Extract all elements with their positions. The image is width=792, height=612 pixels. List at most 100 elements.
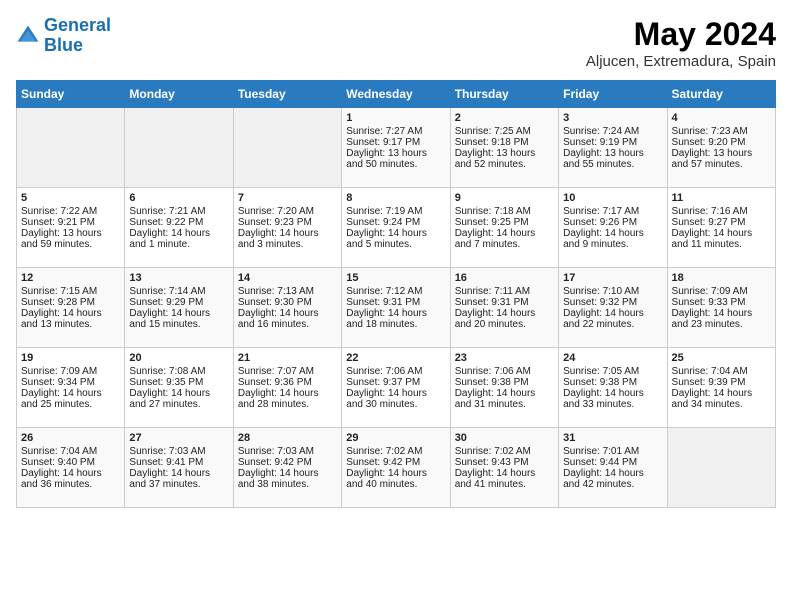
- logo-text: GeneralBlue: [44, 16, 111, 56]
- sunset-text: Sunset: 9:32 PM: [563, 297, 662, 308]
- sunrise-text: Sunrise: 7:07 AM: [238, 366, 337, 377]
- day-cell: [17, 108, 125, 188]
- daylight-text: Daylight: 14 hours and 30 minutes.: [346, 388, 445, 410]
- sunrise-text: Sunrise: 7:06 AM: [455, 366, 554, 377]
- day-cell: 5Sunrise: 7:22 AMSunset: 9:21 PMDaylight…: [17, 188, 125, 268]
- daylight-text: Daylight: 14 hours and 22 minutes.: [563, 308, 662, 330]
- day-number: 7: [238, 192, 337, 204]
- sunrise-text: Sunrise: 7:13 AM: [238, 286, 337, 297]
- daylight-text: Daylight: 14 hours and 33 minutes.: [563, 388, 662, 410]
- sunset-text: Sunset: 9:41 PM: [129, 457, 228, 468]
- day-cell: 26Sunrise: 7:04 AMSunset: 9:40 PMDayligh…: [17, 428, 125, 508]
- day-cell: 25Sunrise: 7:04 AMSunset: 9:39 PMDayligh…: [667, 348, 775, 428]
- day-number: 23: [455, 352, 554, 364]
- sunrise-text: Sunrise: 7:05 AM: [563, 366, 662, 377]
- daylight-text: Daylight: 14 hours and 15 minutes.: [129, 308, 228, 330]
- sunrise-text: Sunrise: 7:14 AM: [129, 286, 228, 297]
- day-number: 4: [672, 112, 771, 124]
- day-cell: 4Sunrise: 7:23 AMSunset: 9:20 PMDaylight…: [667, 108, 775, 188]
- daylight-text: Daylight: 14 hours and 25 minutes.: [21, 388, 120, 410]
- day-cell: 1Sunrise: 7:27 AMSunset: 9:17 PMDaylight…: [342, 108, 450, 188]
- day-cell: 27Sunrise: 7:03 AMSunset: 9:41 PMDayligh…: [125, 428, 233, 508]
- day-header-friday: Friday: [559, 81, 667, 108]
- daylight-text: Daylight: 14 hours and 40 minutes.: [346, 468, 445, 490]
- sunset-text: Sunset: 9:34 PM: [21, 377, 120, 388]
- day-cell: 30Sunrise: 7:02 AMSunset: 9:43 PMDayligh…: [450, 428, 558, 508]
- sunset-text: Sunset: 9:26 PM: [563, 217, 662, 228]
- day-number: 6: [129, 192, 228, 204]
- day-header-sunday: Sunday: [17, 81, 125, 108]
- daylight-text: Daylight: 14 hours and 41 minutes.: [455, 468, 554, 490]
- day-number: 2: [455, 112, 554, 124]
- day-cell: [233, 108, 341, 188]
- sunset-text: Sunset: 9:43 PM: [455, 457, 554, 468]
- day-number: 25: [672, 352, 771, 364]
- day-number: 24: [563, 352, 662, 364]
- daylight-text: Daylight: 14 hours and 31 minutes.: [455, 388, 554, 410]
- header-row: SundayMondayTuesdayWednesdayThursdayFrid…: [17, 81, 776, 108]
- daylight-text: Daylight: 14 hours and 9 minutes.: [563, 228, 662, 250]
- daylight-text: Daylight: 14 hours and 23 minutes.: [672, 308, 771, 330]
- sunset-text: Sunset: 9:35 PM: [129, 377, 228, 388]
- day-cell: 29Sunrise: 7:02 AMSunset: 9:42 PMDayligh…: [342, 428, 450, 508]
- day-number: 16: [455, 272, 554, 284]
- day-cell: 19Sunrise: 7:09 AMSunset: 9:34 PMDayligh…: [17, 348, 125, 428]
- day-cell: 15Sunrise: 7:12 AMSunset: 9:31 PMDayligh…: [342, 268, 450, 348]
- sunset-text: Sunset: 9:21 PM: [21, 217, 120, 228]
- sunset-text: Sunset: 9:17 PM: [346, 137, 445, 148]
- sunset-text: Sunset: 9:29 PM: [129, 297, 228, 308]
- day-cell: 6Sunrise: 7:21 AMSunset: 9:22 PMDaylight…: [125, 188, 233, 268]
- day-header-saturday: Saturday: [667, 81, 775, 108]
- day-number: 11: [672, 192, 771, 204]
- sunset-text: Sunset: 9:33 PM: [672, 297, 771, 308]
- day-cell: 28Sunrise: 7:03 AMSunset: 9:42 PMDayligh…: [233, 428, 341, 508]
- daylight-text: Daylight: 14 hours and 37 minutes.: [129, 468, 228, 490]
- sunrise-text: Sunrise: 7:15 AM: [21, 286, 120, 297]
- sunset-text: Sunset: 9:24 PM: [346, 217, 445, 228]
- day-number: 31: [563, 432, 662, 444]
- sunrise-text: Sunrise: 7:18 AM: [455, 206, 554, 217]
- day-number: 5: [21, 192, 120, 204]
- day-cell: 13Sunrise: 7:14 AMSunset: 9:29 PMDayligh…: [125, 268, 233, 348]
- day-cell: 23 Sunrise: 7:06 AMSunset: 9:38 PMDayligh…: [450, 348, 558, 428]
- day-number: 27: [129, 432, 228, 444]
- sunset-text: Sunset: 9:31 PM: [455, 297, 554, 308]
- sunrise-text: Sunrise: 7:04 AM: [21, 446, 120, 457]
- daylight-text: Daylight: 14 hours and 20 minutes.: [455, 308, 554, 330]
- day-cell: 20Sunrise: 7:08 AMSunset: 9:35 PMDayligh…: [125, 348, 233, 428]
- sunset-text: Sunset: 9:39 PM: [672, 377, 771, 388]
- sunrise-text: Sunrise: 7:21 AM: [129, 206, 228, 217]
- day-cell: [667, 428, 775, 508]
- day-number: 8: [346, 192, 445, 204]
- day-number: 28: [238, 432, 337, 444]
- week-row-5: 26Sunrise: 7:04 AMSunset: 9:40 PMDayligh…: [17, 428, 776, 508]
- day-number: 20: [129, 352, 228, 364]
- daylight-text: Daylight: 13 hours and 52 minutes.: [455, 148, 554, 170]
- location: Aljucen, Extremadura, Spain: [586, 53, 776, 70]
- sunset-text: Sunset: 9:38 PM: [455, 377, 554, 388]
- sunrise-text: Sunrise: 7:01 AM: [563, 446, 662, 457]
- day-cell: 9Sunrise: 7:18 AMSunset: 9:25 PMDaylight…: [450, 188, 558, 268]
- sunset-text: Sunset: 9:30 PM: [238, 297, 337, 308]
- daylight-text: Daylight: 14 hours and 7 minutes.: [455, 228, 554, 250]
- sunrise-text: Sunrise: 7:09 AM: [672, 286, 771, 297]
- day-number: 18: [672, 272, 771, 284]
- day-header-wednesday: Wednesday: [342, 81, 450, 108]
- day-number: 15: [346, 272, 445, 284]
- daylight-text: Daylight: 14 hours and 13 minutes.: [21, 308, 120, 330]
- sunrise-text: Sunrise: 7:10 AM: [563, 286, 662, 297]
- sunset-text: Sunset: 9:38 PM: [563, 377, 662, 388]
- sunrise-text: Sunrise: 7:24 AM: [563, 126, 662, 137]
- sunset-text: Sunset: 9:40 PM: [21, 457, 120, 468]
- day-cell: 22Sunrise: 7:06 AMSunset: 9:37 PMDayligh…: [342, 348, 450, 428]
- daylight-text: Daylight: 14 hours and 11 minutes.: [672, 228, 771, 250]
- sunset-text: Sunset: 9:42 PM: [238, 457, 337, 468]
- day-number: 1: [346, 112, 445, 124]
- sunset-text: Sunset: 9:22 PM: [129, 217, 228, 228]
- day-number: 14: [238, 272, 337, 284]
- sunrise-text: Sunrise: 7:27 AM: [346, 126, 445, 137]
- daylight-text: Daylight: 14 hours and 3 minutes.: [238, 228, 337, 250]
- day-cell: 16Sunrise: 7:11 AMSunset: 9:31 PMDayligh…: [450, 268, 558, 348]
- sunset-text: Sunset: 9:27 PM: [672, 217, 771, 228]
- logo-icon: [16, 24, 40, 48]
